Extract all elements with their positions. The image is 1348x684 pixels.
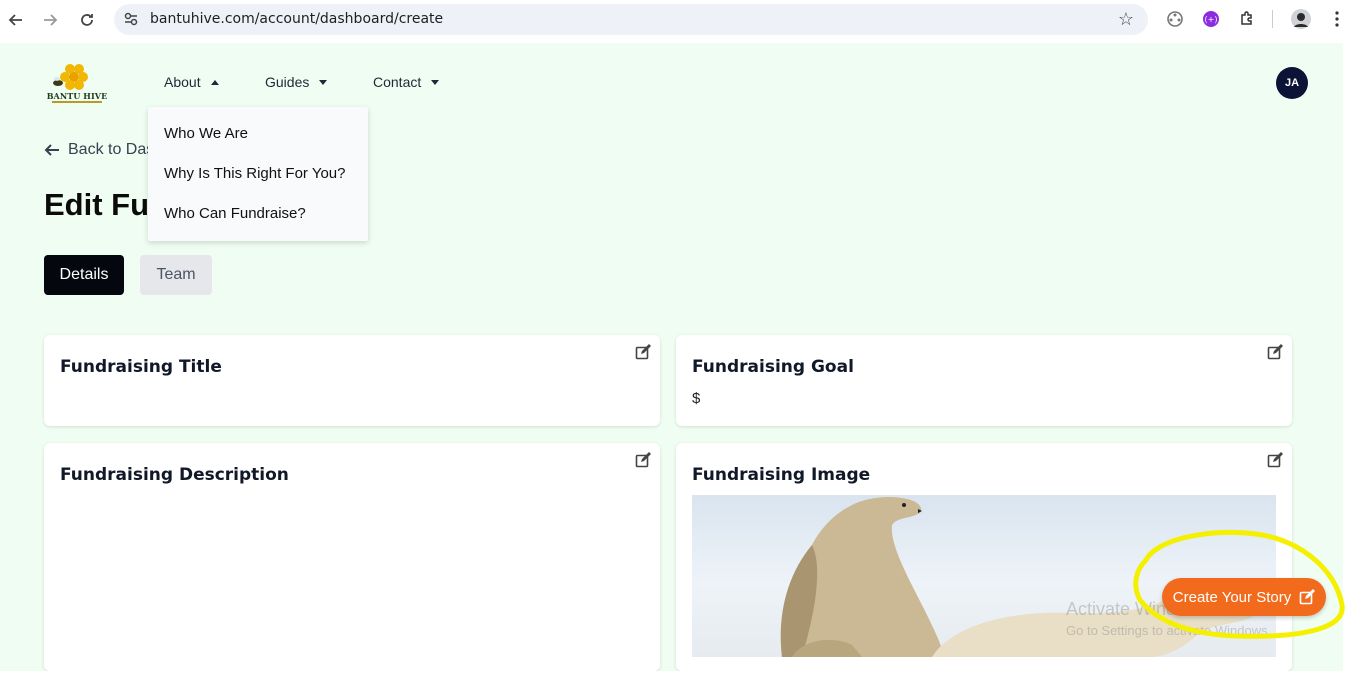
bookmark-star-icon[interactable]: ☆ (1118, 9, 1134, 30)
edit-icon[interactable] (1267, 344, 1283, 360)
windows-activation-watermark-sub: Go to Settings to activate Windows. (1066, 623, 1272, 638)
create-story-label: Create Your Story (1172, 588, 1292, 606)
browser-menu-icon[interactable] (1326, 8, 1348, 30)
bottom-edge (0, 671, 1348, 684)
fundraising-goal-card: Fundraising Goal $ (676, 335, 1292, 426)
card-title-label: Fundraising Description (60, 465, 289, 485)
edit-icon[interactable] (1267, 452, 1283, 468)
dropdown-item-who-can-fundraise[interactable]: Who Can Fundraise? (164, 205, 306, 222)
site-settings-icon[interactable] (122, 10, 140, 28)
forward-arrow-icon[interactable] (36, 6, 64, 34)
edit-icon[interactable] (635, 452, 651, 468)
edit-icon (1299, 589, 1316, 605)
extension-film-icon[interactable] (1164, 8, 1186, 30)
back-arrow-icon[interactable] (2, 6, 30, 34)
caret-up-icon (210, 79, 219, 85)
page-content: BANTU HIVE About Guides Contact JA Back … (0, 43, 1343, 671)
fundraising-title-card: Fundraising Title (44, 335, 660, 426)
caret-down-icon (431, 79, 440, 85)
back-link-label: Back to Das (68, 141, 155, 158)
profile-avatar-icon[interactable] (1290, 8, 1312, 30)
card-title-label: Fundraising Goal (692, 357, 854, 377)
address-bar[interactable]: bantuhive.com/account/dashboard/create ☆ (114, 4, 1148, 35)
reload-icon[interactable] (73, 6, 101, 34)
card-title-label: Fundraising Image (692, 465, 871, 485)
tab-details[interactable]: Details (44, 255, 124, 295)
about-dropdown-menu: Who We Are Why Is This Right For You? Wh… (148, 107, 368, 241)
back-to-dashboard-link[interactable]: Back to Das (44, 141, 154, 159)
scrollbar-track[interactable] (1343, 43, 1348, 684)
logo-text: BANTU HIVE (46, 91, 108, 101)
honeycomb-logo-icon (53, 64, 88, 90)
caret-down-icon (319, 79, 328, 85)
nav-guides[interactable]: Guides (265, 74, 328, 90)
card-title-label: Fundraising Title (60, 357, 222, 377)
browser-toolbar: bantuhive.com/account/dashboard/create ☆… (0, 0, 1348, 40)
nav-contact-label: Contact (373, 74, 422, 90)
goal-value: $ (692, 390, 701, 407)
nav-contact[interactable]: Contact (373, 74, 440, 90)
tab-team[interactable]: Team (140, 255, 212, 295)
toolbar-divider (1272, 10, 1273, 28)
nav-about[interactable]: About (164, 74, 219, 90)
edit-icon[interactable] (635, 344, 651, 360)
dropdown-item-who-we-are[interactable]: Who We Are (164, 125, 248, 142)
create-your-story-button[interactable]: Create Your Story (1162, 578, 1326, 616)
nav-guides-label: Guides (265, 74, 310, 90)
url-text[interactable]: bantuhive.com/account/dashboard/create (150, 11, 443, 27)
page-title: Edit Fur (44, 187, 162, 222)
arrow-left-icon (44, 144, 59, 156)
user-avatar[interactable]: JA (1276, 67, 1308, 99)
extension-purple-icon[interactable]: (+) (1200, 8, 1222, 30)
dropdown-item-why-right-for-you[interactable]: Why Is This Right For You? (164, 165, 345, 182)
nav-about-label: About (164, 74, 201, 90)
extensions-puzzle-icon[interactable] (1236, 8, 1258, 30)
bantu-hive-logo[interactable]: BANTU HIVE (46, 61, 108, 105)
fundraising-description-card: Fundraising Description (44, 443, 660, 671)
logo-underline (52, 101, 102, 103)
svg-text:(+): (+) (1205, 15, 1218, 24)
